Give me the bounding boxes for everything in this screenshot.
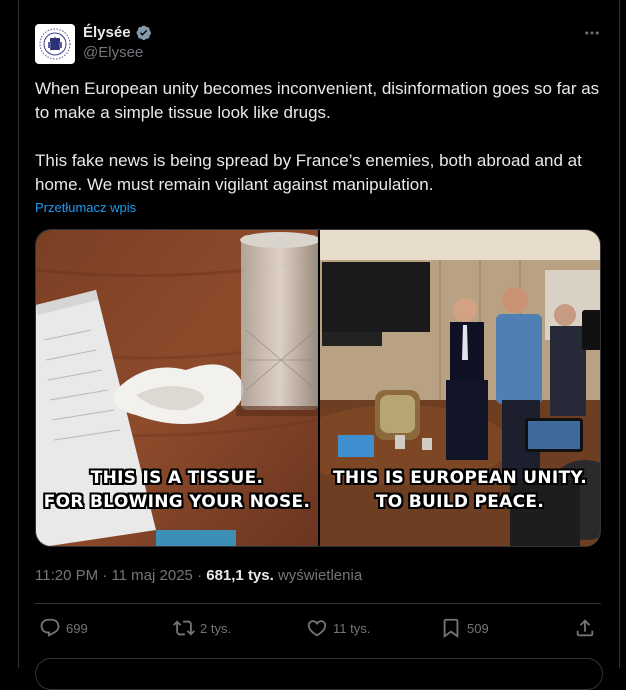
tweet-time[interactable]: 11:20 PM [35, 567, 98, 584]
caption-line: TO BUILD PEACE. [375, 492, 545, 512]
tissue-caption: THIS IS A TISSUE. FOR BLOWING YOUR NOSE. [36, 466, 318, 514]
repost-icon [173, 620, 195, 636]
bookmark-icon [443, 618, 459, 639]
like-button[interactable]: 11 tys. [306, 612, 370, 644]
repost-button[interactable]: 2 tys. [173, 612, 231, 644]
author-display-name[interactable]: Élysée [83, 24, 131, 41]
author-name-row[interactable]: Élysée [83, 24, 152, 41]
tweet-text: When European unity becomes inconvenient… [35, 77, 605, 197]
tweet-actions: 699 2 tys. 11 tys. 509 [35, 612, 601, 644]
share-icon [576, 619, 594, 637]
translate-link[interactable]: Przetłumacz wpis [35, 200, 136, 215]
european-unity-photo[interactable]: THIS IS EUROPEAN UNITY. TO BUILD PEACE. [320, 230, 600, 546]
tissue-photo[interactable]: THIS IS A TISSUE. FOR BLOWING YOUR NOSE. [36, 230, 320, 546]
unity-caption: THIS IS EUROPEAN UNITY. TO BUILD PEACE. [320, 466, 600, 514]
timeline-left-border [18, 0, 19, 668]
tweet-media[interactable]: THIS IS A TISSUE. FOR BLOWING YOUR NOSE. [35, 229, 601, 547]
tweet-paragraph: This fake news is being spread by France… [35, 151, 582, 194]
verified-icon [135, 24, 152, 41]
elysee-logo-icon [39, 28, 71, 60]
like-icon [307, 620, 327, 637]
caption-line: FOR BLOWING YOUR NOSE. [43, 492, 311, 512]
views-count: 681,1 tys. [206, 567, 274, 584]
tweet-paragraph: When European unity becomes inconvenient… [35, 79, 600, 122]
more-icon[interactable] [580, 22, 604, 44]
like-count: 11 tys. [333, 620, 371, 636]
reply-composer[interactable] [35, 658, 603, 690]
avatar[interactable] [35, 24, 75, 64]
tweet-date[interactable]: 11 maj 2025 [111, 567, 192, 584]
share-button[interactable] [574, 612, 596, 644]
divider [35, 603, 601, 604]
repost-count: 2 tys. [200, 620, 232, 636]
caption-line: THIS IS EUROPEAN UNITY. [333, 468, 587, 488]
author-handle[interactable]: @Elysee [83, 44, 143, 61]
caption-line: THIS IS A TISSUE. [90, 468, 264, 488]
meta-separator: · [102, 567, 108, 584]
bookmark-count: 509 [467, 620, 489, 636]
bookmark-button[interactable]: 509 [440, 612, 489, 644]
tweet-meta: 11:20 PM · 11 maj 2025 · 681,1 tys. wyśw… [35, 567, 362, 584]
views-label: wyświetlenia [277, 567, 363, 584]
reply-icon [40, 618, 60, 637]
timeline-right-border [619, 0, 620, 668]
meta-separator: · [197, 567, 203, 584]
reply-button[interactable]: 699 [39, 612, 88, 644]
reply-count: 699 [66, 620, 88, 636]
